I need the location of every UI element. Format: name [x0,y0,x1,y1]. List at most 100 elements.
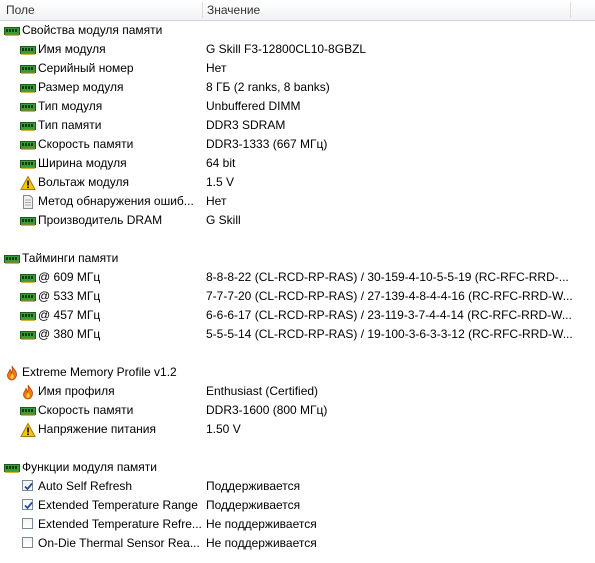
memory-icon [20,156,36,172]
property-field: Вольтаж модуля [38,175,130,189]
warning-icon [20,175,36,191]
property-row[interactable]: Серийный номер Нет [0,59,595,78]
property-row[interactable]: Ширина модуля 64 bit [0,154,595,173]
property-row[interactable]: Скорость памяти DDR3-1333 (667 МГц) [0,135,595,154]
timing-row[interactable]: @ 609 МГц 8-8-8-22 (CL-RCD-RP-RAS) / 30-… [0,268,595,287]
property-field: Тип памяти [38,118,102,132]
property-field: Ширина модуля [38,156,127,170]
timing-frequency: @ 380 МГц [38,327,101,341]
section-header-features[interactable]: Функции модуля памяти [0,458,595,477]
feature-name: Extended Temperature Refre... [38,517,202,531]
timing-frequency: @ 609 МГц [38,270,101,284]
timing-value: 7-7-7-20 (CL-RCD-RP-RAS) / 27-139-4-8-4-… [206,289,573,303]
memory-icon [20,270,36,286]
property-list: Свойства модуля памяти Имя модуля G Skil… [0,21,595,553]
property-value: Нет [206,194,227,208]
property-row[interactable]: Размер модуля 8 ГБ (2 ranks, 8 banks) [0,78,595,97]
property-row[interactable]: Тип модуля Unbuffered DIMM [0,97,595,116]
property-row[interactable]: Тип памяти DDR3 SDRAM [0,116,595,135]
feature-name: Extended Temperature Range [38,498,198,512]
column-header-value[interactable]: Значение [207,0,260,20]
property-value: DDR3 SDRAM [206,118,286,132]
memory-icon [4,23,20,39]
memory-icon [20,42,36,58]
column-separator[interactable] [570,2,571,18]
feature-row[interactable]: Auto Self Refresh Поддерживается [0,477,595,496]
unchecked-checkbox-icon [22,537,33,548]
property-field: Тип модуля [38,99,103,113]
flame-icon [20,384,36,400]
memory-icon [20,403,36,419]
property-value: DDR3-1600 (800 МГц) [206,403,328,417]
timing-row[interactable]: @ 380 МГц 5-5-5-14 (CL-RCD-RP-RAS) / 19-… [0,325,595,344]
property-row[interactable]: Напряжение питания 1.50 V [0,420,595,439]
checked-checkbox-icon [22,480,33,491]
memory-icon [20,327,36,343]
memory-icon [20,99,36,115]
unchecked-checkbox-icon [22,518,33,529]
feature-row[interactable]: Extended Temperature Range Поддерживаетс… [0,496,595,515]
property-field: Скорость памяти [38,137,134,151]
property-value: Unbuffered DIMM [206,99,301,113]
property-value: 64 bit [206,156,236,170]
warning-icon [20,422,36,438]
section-header-timings[interactable]: Тайминги памяти [0,249,595,268]
timing-row[interactable]: @ 457 МГц 6-6-6-17 (CL-RCD-RP-RAS) / 23-… [0,306,595,325]
property-row[interactable]: Производитель DRAM G Skill [0,211,595,230]
feature-value: Не поддерживается [206,517,317,531]
memory-icon [4,460,20,476]
feature-row[interactable]: On-Die Thermal Sensor Rea... Не поддержи… [0,534,595,553]
property-field: Размер модуля [38,80,124,94]
memory-icon [20,289,36,305]
property-field: Напряжение питания [38,422,156,436]
timing-value: 5-5-5-14 (CL-RCD-RP-RAS) / 19-100-3-6-3-… [206,327,573,341]
section-title: Функции модуля памяти [22,460,157,474]
document-icon [20,194,36,210]
property-value: Enthusiast (Certified) [206,384,319,398]
timing-row[interactable]: @ 533 МГц 7-7-7-20 (CL-RCD-RP-RAS) / 27-… [0,287,595,306]
property-value: 8 ГБ (2 ranks, 8 banks) [206,80,330,94]
property-field: Имя профиля [38,384,115,398]
column-header-field[interactable]: Поле [6,0,35,20]
memory-icon [20,137,36,153]
section-title: Тайминги памяти [22,251,119,265]
property-row[interactable]: Метод обнаружения ошиб... Нет [0,192,595,211]
timing-frequency: @ 457 МГц [38,308,101,322]
section-title: Extreme Memory Profile v1.2 [22,365,177,379]
section-header-xmp[interactable]: Extreme Memory Profile v1.2 [0,363,595,382]
feature-name: Auto Self Refresh [38,479,133,493]
section-title: Свойства модуля памяти [22,23,163,37]
property-row[interactable]: Имя модуля G Skill F3-12800CL10-8GBZL [0,40,595,59]
property-row[interactable]: Вольтаж модуля 1.5 V [0,173,595,192]
property-field: Серийный номер [38,61,134,75]
checked-checkbox-icon [22,499,33,510]
property-value: Нет [206,61,227,75]
memory-icon [4,251,20,267]
property-value: 1.5 V [206,175,235,189]
timing-value: 8-8-8-22 (CL-RCD-RP-RAS) / 30-159-4-10-5… [206,270,569,284]
property-value: G Skill [206,213,241,227]
property-field: Скорость памяти [38,403,134,417]
property-row[interactable]: Имя профиля Enthusiast (Certified) [0,382,595,401]
feature-row[interactable]: Extended Temperature Refre... Не поддерж… [0,515,595,534]
property-field: Производитель DRAM [38,213,163,227]
feature-value: Не поддерживается [206,536,317,550]
column-separator[interactable] [202,2,203,18]
section-header-module[interactable]: Свойства модуля памяти [0,21,595,40]
property-field: Метод обнаружения ошиб... [38,194,194,208]
timing-value: 6-6-6-17 (CL-RCD-RP-RAS) / 23-119-3-7-4-… [206,308,572,322]
property-value: 1.50 V [206,422,241,436]
feature-name: On-Die Thermal Sensor Rea... [38,536,200,550]
flame-icon [4,365,20,381]
column-header: Поле Значение [0,0,595,21]
memory-icon [20,61,36,77]
property-value: DDR3-1333 (667 МГц) [206,137,328,151]
memory-icon [20,308,36,324]
timing-frequency: @ 533 МГц [38,289,101,303]
memory-icon [20,118,36,134]
property-row[interactable]: Скорость памяти DDR3-1600 (800 МГц) [0,401,595,420]
feature-value: Поддерживается [206,479,301,493]
feature-value: Поддерживается [206,498,301,512]
